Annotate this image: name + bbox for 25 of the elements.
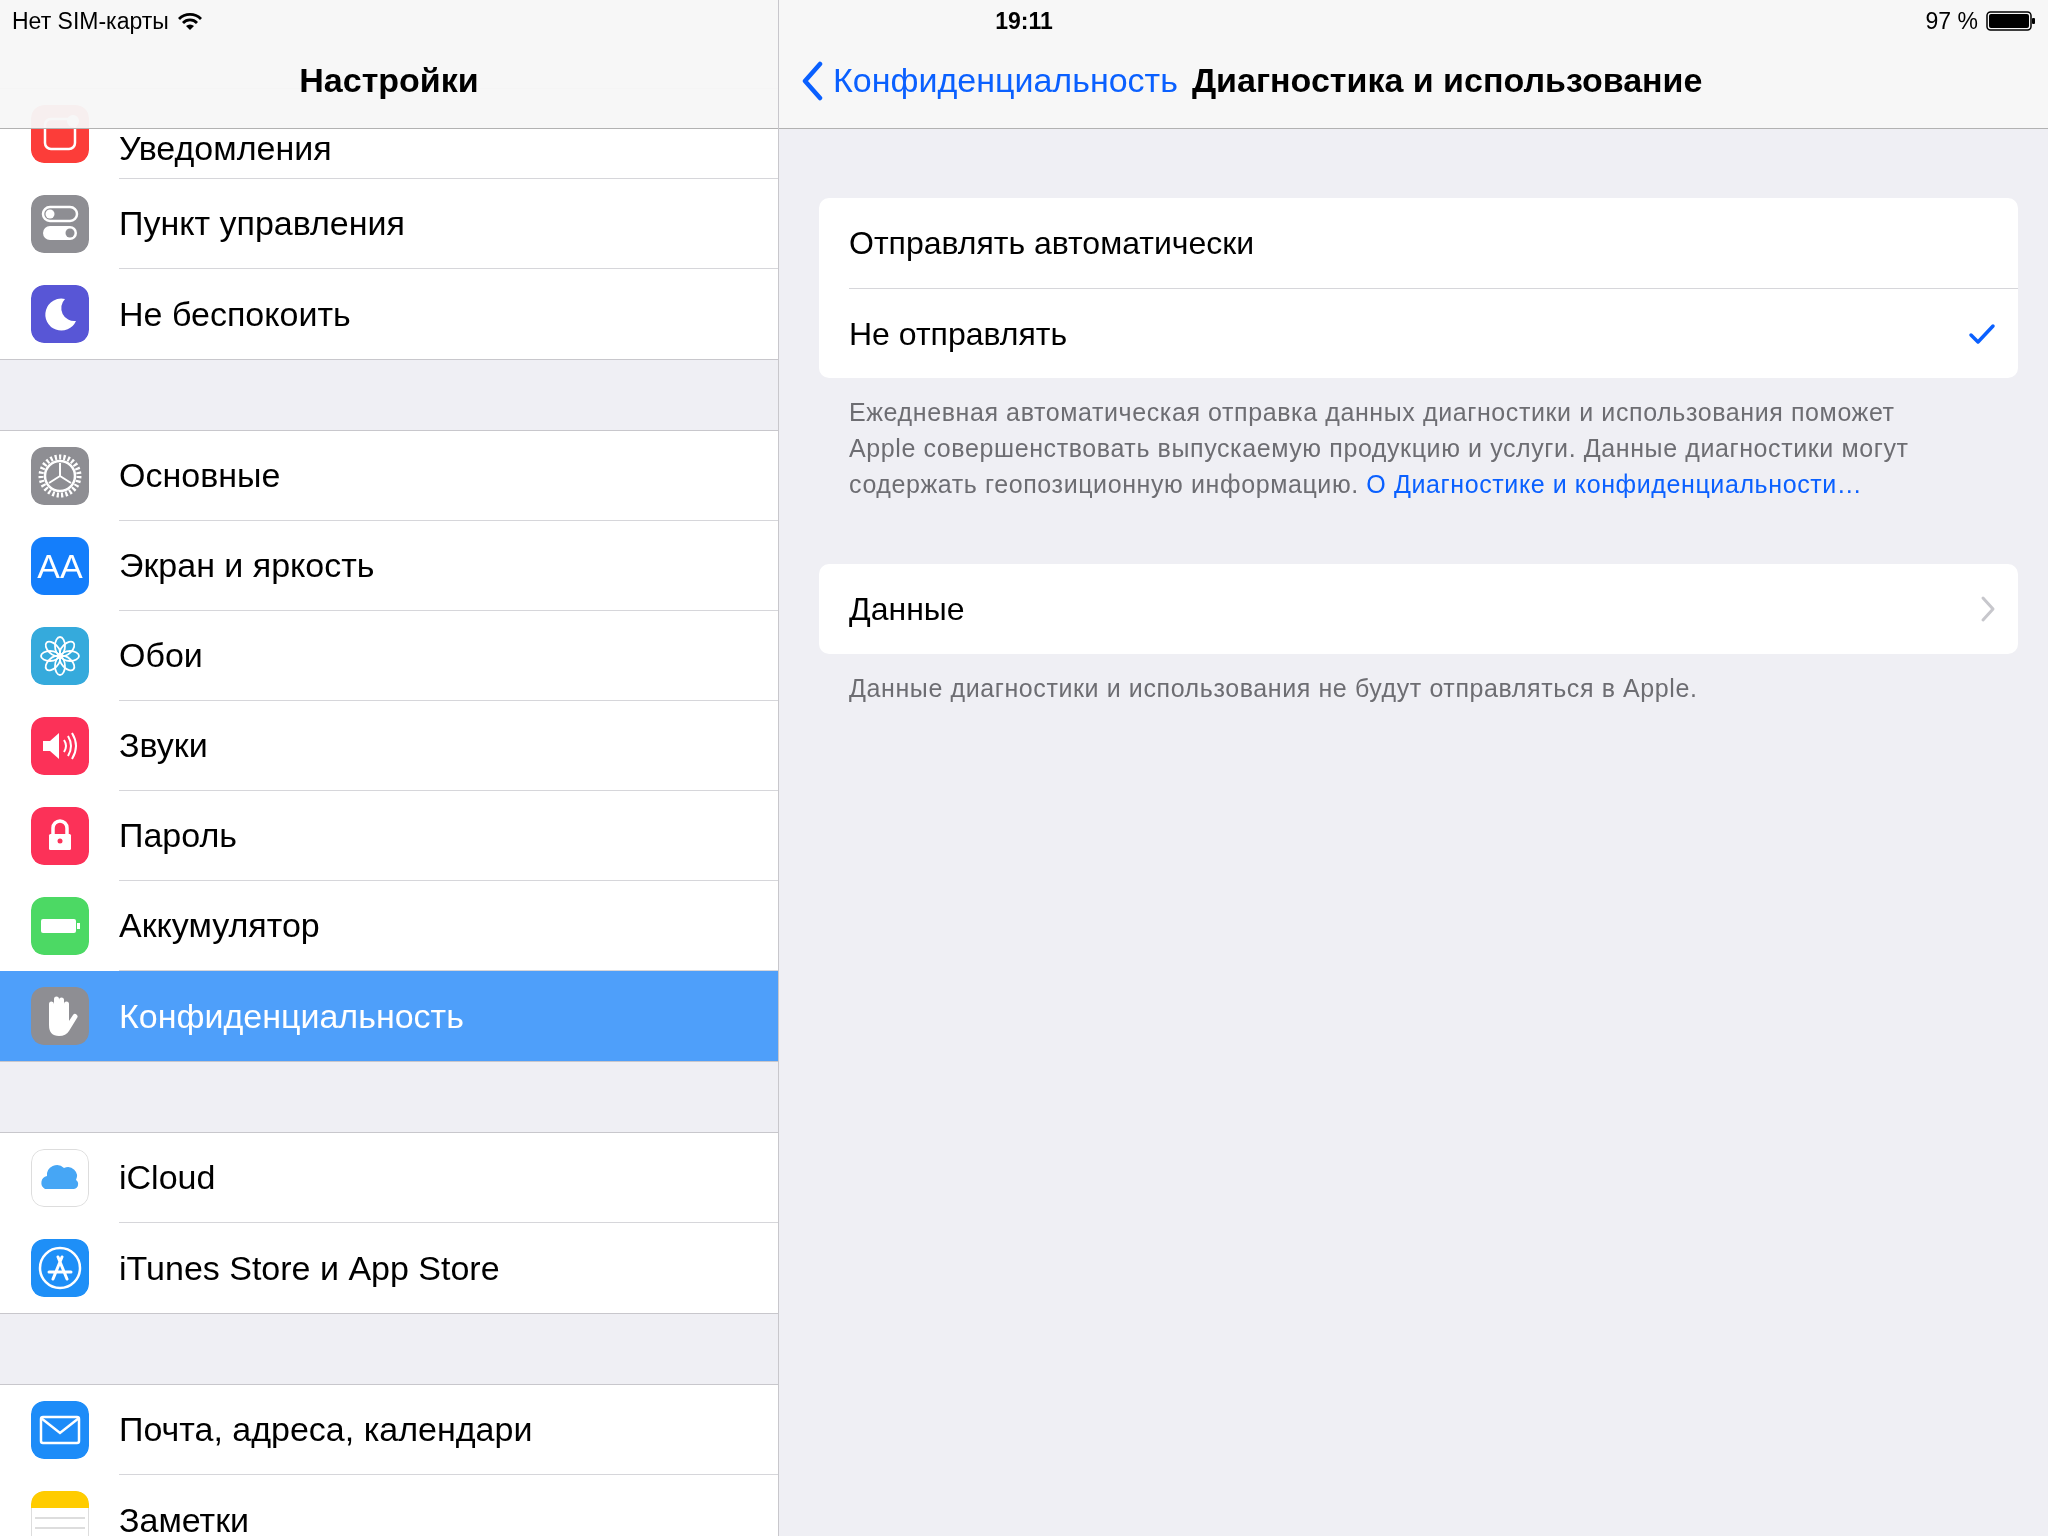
settings-label: Экран и яркость (119, 545, 375, 586)
settings-label: Не беспокоить (119, 293, 351, 335)
row-label: Данные (849, 590, 966, 629)
settings-label: Аккумулятор (119, 905, 320, 946)
settings-label: Почта, адреса, календари (119, 1409, 533, 1450)
footer-text: Данные диагностики и использования не будут отправляться в Apple. (848, 673, 1699, 704)
battery-percentage: 97 % (1925, 6, 1978, 36)
settings-label: Заметки (119, 1499, 250, 1536)
footer-text: Ежедневная автоматическая отправка данных диагностики и использования поможет Apple совершенствовать выпускаемую продукцию и услуги. Данные диагностики могут содержать геопозиционную информацию. О Диагностике и конфиденциальности… (848, 397, 1910, 500)
clock-text: 19:11 (995, 6, 1053, 36)
settings-label: Звуки (119, 725, 208, 766)
option-label: Не отправлять (849, 314, 1069, 354)
carrier-text: Нет SIM-карты (12, 6, 169, 36)
settings-label: Конфиденциальность (119, 995, 464, 1037)
text-size-icon: AA (31, 537, 89, 595)
page-title: Диагностика и использование (1191, 60, 1703, 101)
option-label: Отправлять автоматически (849, 224, 1256, 263)
settings-label: Пункт управления (119, 203, 405, 244)
settings-label: iCloud (119, 1157, 216, 1198)
settings-label: iTunes Store и App Store (119, 1247, 500, 1289)
settings-label: Обои (119, 635, 203, 676)
settings-label: Уведомления (119, 128, 332, 169)
settings-label: Пароль (119, 815, 237, 856)
settings-label: Основные (119, 455, 281, 496)
sidebar-title: Настройки (299, 60, 479, 101)
